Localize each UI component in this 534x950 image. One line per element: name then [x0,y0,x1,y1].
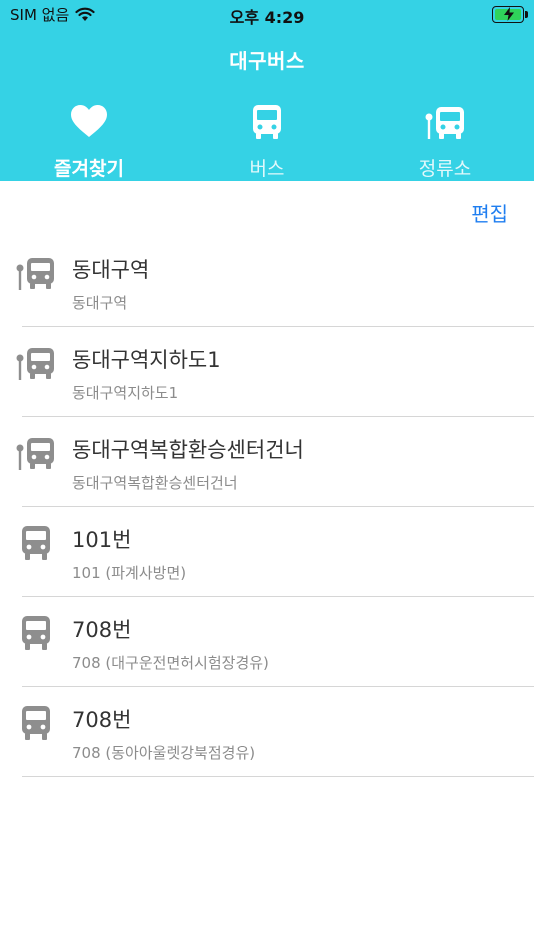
charging-battery-icon [492,6,524,23]
item-subtitle: 동대구역지하도1 [72,384,179,402]
favorites-list: 동대구역 동대구역 동대구역지하도1 동대구역지하도1 동대구역복합환승센터건너… [0,237,534,777]
item-title: 101번 [72,528,132,552]
tab-bus[interactable]: 버스 [178,100,356,181]
bus-stop-icon [16,348,54,380]
tab-label: 버스 [249,158,285,180]
bus-stop-icon [16,258,54,290]
item-title: 동대구역지하도1 [72,348,221,372]
item-subtitle: 101 (파계사방면) [72,564,187,582]
page-title: 대구버스 [229,49,305,73]
item-subtitle: 동대구역복합환승센터건너 [72,474,238,492]
bus-icon [253,105,281,139]
item-title: 동대구역복합환승센터건너 [72,438,304,462]
bus-icon [22,526,50,560]
item-title: 동대구역 [72,258,150,282]
status-time: 오후 4:29 [229,8,305,27]
tab-label: 정류소 [418,158,472,180]
battery-tip [525,11,528,18]
bus-icon [22,706,50,740]
list-item[interactable]: 동대구역복합환승센터건너 동대구역복합환승센터건너 [16,417,534,507]
item-title: 708번 [72,618,132,642]
bus-stop-icon [16,438,54,470]
tab-favorites[interactable]: 즐겨찾기 [0,100,178,181]
bus-stop-icon [425,107,464,139]
list-item[interactable]: 101번 101 (파계사방면) [22,507,534,597]
list-item[interactable]: 708번 708 (대구운전면허시험장경유) [22,597,534,687]
heart-icon [71,105,107,137]
item-subtitle: 708 (대구운전면허시험장경유) [72,654,269,672]
bus-icon [22,616,50,650]
item-subtitle: 동대구역 [72,294,128,312]
edit-button[interactable]: 편집 [471,198,508,227]
list-item[interactable]: 동대구역지하도1 동대구역지하도1 [16,327,534,417]
tab-label: 즐겨찾기 [54,158,124,180]
tab-bus-stop[interactable]: 정류소 [356,100,534,181]
status-bar: SIM 없음 오후 4:29 [0,0,534,30]
app-header: SIM 없음 오후 4:29 대구버스 즐겨찾기 버스 정류소 [0,0,534,181]
item-subtitle: 708 (동아아울렛강북점경유) [72,744,256,762]
item-title: 708번 [72,708,132,732]
list-item[interactable]: 동대구역 동대구역 [16,237,534,327]
list-item[interactable]: 708번 708 (동아아울렛강북점경유) [22,687,534,777]
